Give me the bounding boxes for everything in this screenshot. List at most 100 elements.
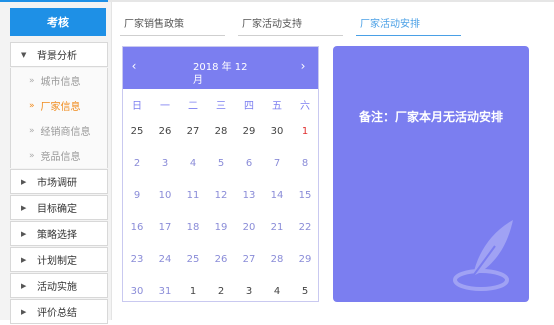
calendar-day[interactable]: 27 (235, 254, 263, 265)
weekday-label: 三 (216, 100, 226, 112)
sidebar-group-label: 策略选择 (37, 230, 77, 241)
weekday-label: 日 (132, 100, 142, 112)
caret-right-icon: ▶ (21, 255, 27, 264)
calendar-day[interactable]: 30 (123, 286, 151, 297)
sidebar-group-background-analysis[interactable]: ▼ 背景分析 (10, 42, 108, 67)
sidebar-group-label: 目标确定 (37, 204, 77, 215)
calendar-day[interactable]: 12 (207, 190, 235, 201)
calendar-day[interactable]: 24 (151, 254, 179, 265)
calendar-day[interactable]: 8 (291, 158, 319, 169)
sidebar-menu: ▼ 背景分析 » 城市信息 » 厂家信息 » 经销商信息 » 竞品信息 ▶ 市场… (10, 42, 108, 325)
sidebar-group-evaluation[interactable]: ▶ 评价总结 (10, 299, 108, 324)
calendar-day[interactable]: 4 (263, 286, 291, 297)
calendar-day[interactable]: 3 (151, 158, 179, 169)
calendar-day[interactable]: 29 (291, 254, 319, 265)
week-row: 23 24 25 26 27 28 29 (123, 243, 320, 275)
sidebar-group-label: 背景分析 (37, 51, 77, 62)
calendar-day[interactable]: 21 (263, 222, 291, 233)
tab-bar: 厂家销售政策 厂家活动支持 厂家活动安排 (120, 10, 540, 36)
weekday-label: 一 (160, 100, 170, 112)
calendar-day[interactable]: 19 (207, 222, 235, 233)
calendar-day[interactable]: 29 (235, 126, 263, 137)
calendar-day[interactable]: 11 (179, 190, 207, 201)
sidebar-item-dealer-info[interactable]: » 经销商信息 (11, 118, 107, 143)
calendar-day[interactable]: 26 (207, 254, 235, 265)
note-text: 备注：厂家本月无活动安排 (358, 110, 503, 124)
calendar-day[interactable]: 22 (291, 222, 319, 233)
calendar-day[interactable]: 10 (151, 190, 179, 201)
sidebar-item-label: 城市信息 (40, 77, 81, 88)
calendar-day[interactable]: 17 (151, 222, 179, 233)
double-chevron-icon: » (29, 75, 35, 86)
calendar-day[interactable]: 16 (123, 222, 151, 233)
sidebar-group-implementation[interactable]: ▶ 活动实施 (10, 273, 108, 298)
calendar-day[interactable]: 28 (207, 126, 235, 137)
weekday-label: 四 (244, 100, 254, 112)
prev-month-icon[interactable]: ‹ (127, 59, 141, 73)
caret-right-icon: ▶ (21, 281, 27, 290)
double-chevron-icon: » (29, 150, 35, 161)
sidebar-group-label: 计划制定 (37, 256, 77, 267)
sidebar-group-goal-setting[interactable]: ▶ 目标确定 (10, 195, 108, 220)
tab-activity-support[interactable]: 厂家活动支持 (238, 10, 343, 36)
caret-right-icon: ▶ (21, 203, 27, 212)
calendar-day[interactable]: 4 (179, 158, 207, 169)
sidebar-item-label: 经销商信息 (40, 127, 91, 138)
week-row: 2345678 (123, 147, 320, 179)
calendar-day[interactable]: 7 (263, 158, 291, 169)
calendar-day[interactable]: 9 (123, 190, 151, 201)
calendar-day[interactable]: 5 (207, 158, 235, 169)
calendar-day[interactable]: 20 (235, 222, 263, 233)
weekday-row: 日一二三四五六 (123, 93, 320, 115)
sidebar-item-label: 厂家信息 (40, 102, 81, 113)
caret-right-icon: ▶ (21, 307, 27, 316)
note-panel: 备注：厂家本月无活动安排 (333, 46, 529, 302)
week-row: 30 31 1 2 3 4 5 (123, 275, 320, 307)
sidebar-group-planning[interactable]: ▶ 计划制定 (10, 247, 108, 272)
calendar-day[interactable]: 2 (207, 286, 235, 297)
calendar-day[interactable]: 5 (291, 286, 319, 297)
calendar-day[interactable]: 31 (151, 286, 179, 297)
caret-down-icon: ▼ (21, 50, 27, 59)
calendar-day[interactable]: 15 (291, 190, 319, 201)
sidebar-item-manufacturer-info[interactable]: » 厂家信息 (11, 93, 107, 118)
calendar-day[interactable]: 1 (291, 126, 319, 137)
week-row: 16 17 18 19 20 21 22 (123, 211, 320, 243)
calendar-header: ‹ 2018 年 12月 › (123, 47, 318, 89)
next-month-icon[interactable]: › (296, 59, 310, 73)
tab-sales-policy[interactable]: 厂家销售政策 (120, 10, 225, 36)
calendar-day[interactable]: 25 (179, 254, 207, 265)
sidebar-group-label: 活动实施 (37, 282, 77, 293)
calendar-day[interactable]: 18 (179, 222, 207, 233)
weekday-label: 六 (300, 100, 310, 112)
sidebar-group-market-research[interactable]: ▶ 市场调研 (10, 169, 108, 194)
sidebar-item-competitor-info[interactable]: » 竞品信息 (11, 143, 107, 168)
calendar-grid: 日一二三四五六 25 26 27 28 29 30 1 2 3 4 5 6 7 8 9 10 11 12 13 14 15… (123, 93, 320, 307)
sidebar-group-strategy[interactable]: ▶ 策略选择 (10, 221, 108, 246)
week-row: 9 10 11 12 13 14 15 (123, 179, 320, 211)
calendar-day[interactable]: 27 (179, 126, 207, 137)
sidebar-item-city-info[interactable]: » 城市信息 (11, 68, 107, 93)
calendar-day[interactable]: 26 (151, 126, 179, 137)
calendar: ‹ 2018 年 12月 › 日一二三四五六 25 26 27 28 29 30 1 2 3 4 5 6… (122, 46, 319, 302)
calendar-day[interactable]: 28 (263, 254, 291, 265)
weekday-label: 二 (188, 100, 198, 112)
calendar-day[interactable]: 1 (179, 286, 207, 297)
calendar-title: 2018 年 12月 (193, 62, 248, 86)
calendar-day[interactable]: 14 (263, 190, 291, 201)
calendar-day[interactable]: 6 (235, 158, 263, 169)
calendar-day[interactable]: 13 (235, 190, 263, 201)
calendar-day[interactable]: 3 (235, 286, 263, 297)
calendar-day[interactable]: 30 (263, 126, 291, 137)
feather-pen-icon (453, 220, 513, 291)
tab-activity-schedule[interactable]: 厂家活动安排 (356, 10, 461, 36)
caret-right-icon: ▶ (21, 177, 27, 186)
calendar-day[interactable]: 2 (123, 158, 151, 169)
calendar-day[interactable]: 25 (123, 126, 151, 137)
double-chevron-icon: » (29, 125, 35, 136)
sidebar-header[interactable]: 考核 (10, 8, 106, 36)
calendar-day[interactable]: 23 (123, 254, 151, 265)
caret-right-icon: ▶ (21, 229, 27, 238)
week-row: 25 26 27 28 29 30 1 (123, 115, 320, 147)
sidebar: 考核 ▼ 背景分析 » 城市信息 » 厂家信息 » 经销商信息 » 竞品信息 ▶… (0, 2, 112, 324)
